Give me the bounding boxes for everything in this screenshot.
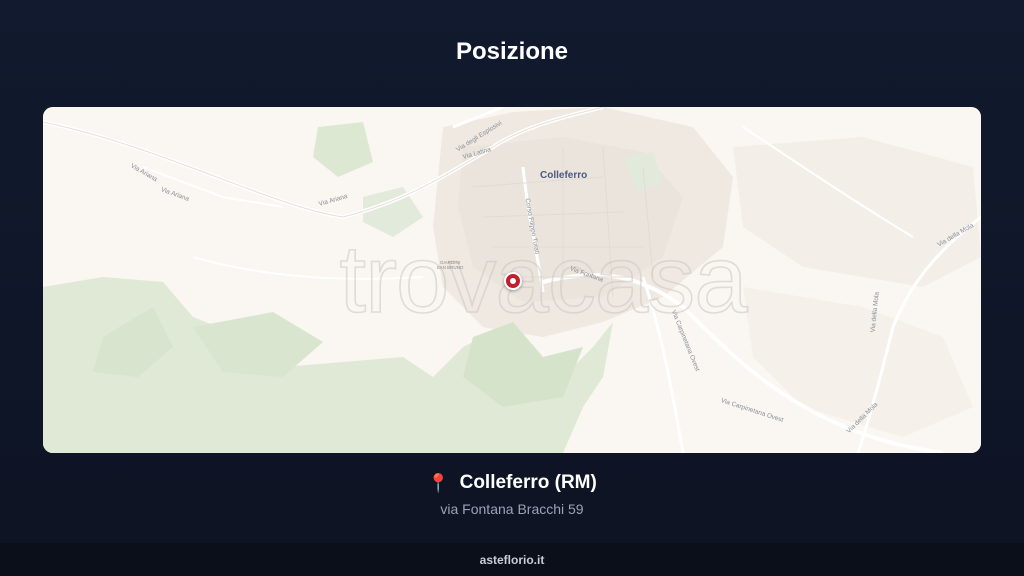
footer-brand[interactable]: asteflorio.it — [480, 553, 545, 567]
map-pin-icon: 📍 — [427, 473, 450, 493]
location-marker[interactable] — [504, 272, 522, 290]
map[interactable]: trovacasa Colleferro Via degli Esplosivi… — [43, 107, 981, 453]
address: via Fontana Bracchi 59 — [440, 501, 584, 517]
location-name: Colleferro (RM) — [459, 472, 597, 493]
page-title: Posizione — [455, 38, 569, 65]
location-row: 📍 Colleferro (RM) — [0, 472, 1024, 494]
footer: asteflorio.it — [0, 543, 1024, 576]
